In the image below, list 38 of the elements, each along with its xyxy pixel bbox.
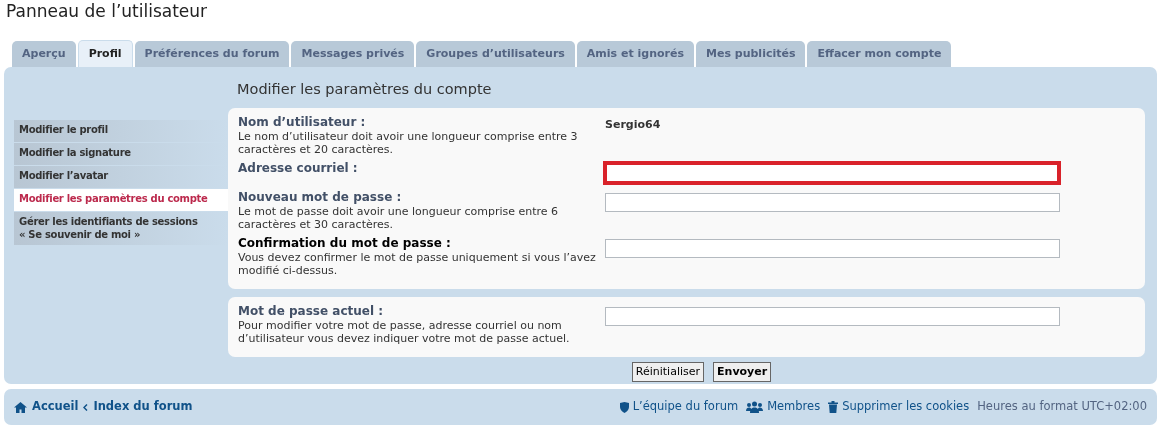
- field-hint: Vous devez confirmer le mot de passe uniquement si vous l’avez modifié ci-dessus.: [238, 251, 597, 277]
- input-field[interactable]: [605, 238, 1060, 258]
- tab[interactable]: Messages privés: [291, 41, 415, 67]
- field-label: Nom d’utilisateur :: [238, 115, 367, 130]
- form-button[interactable]: Envoyer: [713, 362, 772, 382]
- input-field[interactable]: [605, 192, 1060, 212]
- chevron-icon: [83, 403, 89, 411]
- input-field[interactable]: [603, 161, 1061, 185]
- page-title: Panneau de l’utilisateur: [6, 0, 209, 23]
- field-label: Confirmation du mot de passe :: [238, 236, 452, 251]
- timezone-text: Heures au format UTC+02:00: [977, 398, 1147, 416]
- field-hint: Pour modifier votre mot de passe, adresse courriel ou nom d’utilisateur vous devez indiquer votre mot de passe actuel.: [238, 319, 571, 345]
- section-title: Modifier les paramètres du compte: [236, 80, 493, 99]
- breadcrumb-link[interactable]: Accueil: [32, 398, 79, 416]
- footer-link[interactable]: L’équipe du forum: [632, 398, 739, 416]
- field-hint: Le mot de passe doit avoir une longueur comprise entre 6 caractères et 30 caractères.: [238, 205, 560, 231]
- tab[interactable]: Groupes d’utilisateurs: [416, 41, 575, 67]
- tab[interactable]: Préférences du forum: [134, 41, 290, 67]
- field-label: Mot de passe actuel :: [238, 304, 384, 319]
- footer-link[interactable]: Membres: [767, 398, 821, 416]
- footer-link[interactable]: Supprimer les cookies: [842, 398, 970, 416]
- tab[interactable]: Amis et ignorés: [576, 41, 694, 67]
- tab[interactable]: Aperçu: [12, 41, 76, 67]
- field-label: Nouveau mot de passe :: [238, 190, 403, 205]
- tab[interactable]: Profil: [77, 40, 133, 67]
- input-field[interactable]: [605, 306, 1060, 326]
- trash-icon: [828, 401, 839, 413]
- breadcrumb-link[interactable]: Index du forum: [93, 398, 193, 416]
- home-icon: [14, 401, 27, 413]
- tab[interactable]: Effacer mon compte: [807, 41, 952, 67]
- field-label: Adresse courriel :: [238, 161, 359, 176]
- people-icon: [746, 401, 764, 413]
- tab[interactable]: Mes publicités: [696, 41, 806, 67]
- field-hint: Le nom d’utilisateur doit avoir une longueur comprise entre 3 caractères et 20 caractères.: [238, 130, 579, 156]
- username-value: Sergio64: [605, 117, 661, 133]
- form-button[interactable]: Réinitialiser: [631, 362, 705, 382]
- shield-icon: [619, 401, 629, 413]
- sidebar-item[interactable]: Modifier les paramètres du compte: [14, 189, 228, 211]
